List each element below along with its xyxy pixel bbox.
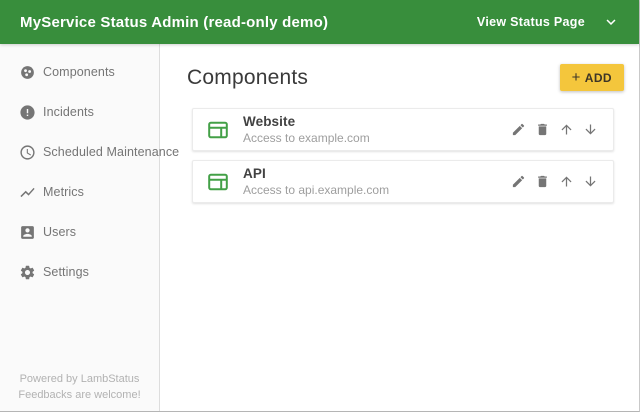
sidebar-item-label: Settings	[43, 265, 89, 279]
sidebar-item-components[interactable]: Components	[0, 52, 159, 92]
components-list: Website Access to example.com	[192, 108, 614, 203]
sidebar-item-label: Users	[43, 225, 76, 239]
chevron-down-icon[interactable]	[601, 12, 621, 32]
powered-by-link[interactable]: Powered by LambStatus	[0, 372, 159, 388]
page-title: Components	[187, 66, 308, 90]
plus-icon: +	[572, 70, 581, 85]
sidebar-item-label: Metrics	[43, 185, 84, 199]
sidebar-item-users[interactable]: Users	[0, 212, 159, 252]
component-actions	[510, 174, 598, 190]
users-icon	[19, 224, 36, 241]
sidebar-item-incidents[interactable]: Incidents	[0, 92, 159, 132]
add-button-label: ADD	[585, 71, 612, 85]
delete-icon[interactable]	[534, 174, 550, 190]
sidebar-item-label: Scheduled Maintenance	[43, 145, 179, 159]
component-actions	[510, 122, 598, 138]
sidebar-item-metrics[interactable]: Metrics	[0, 172, 159, 212]
web-icon	[206, 118, 230, 142]
move-up-icon[interactable]	[558, 174, 574, 190]
component-row-website: Website Access to example.com	[192, 108, 614, 151]
move-up-icon[interactable]	[558, 122, 574, 138]
sidebar-footer: Powered by LambStatus Feedbacks are welc…	[0, 372, 159, 404]
metrics-icon	[19, 184, 36, 201]
header-actions: View Status Page	[477, 12, 621, 32]
app-title: MyService Status Admin (read-only demo)	[20, 14, 328, 31]
header-bar: MyService Status Admin (read-only demo) …	[0, 0, 639, 44]
edit-icon[interactable]	[510, 122, 526, 138]
app-body: Components Incidents Scheduled Maintenan…	[0, 44, 639, 411]
component-name: Website	[243, 114, 370, 130]
component-info: Website Access to example.com	[243, 114, 370, 146]
delete-icon[interactable]	[534, 122, 550, 138]
sidebar-item-label: Incidents	[43, 105, 94, 119]
component-row-api: API Access to api.example.com	[192, 160, 614, 203]
incidents-icon	[19, 104, 36, 121]
sidebar-item-label: Components	[43, 65, 115, 79]
feedback-link[interactable]: Feedbacks are welcome!	[0, 388, 159, 404]
component-description: Access to example.com	[243, 131, 370, 146]
component-description: Access to api.example.com	[243, 183, 389, 198]
web-icon	[206, 170, 230, 194]
sidebar-nav: Components Incidents Scheduled Maintenan…	[0, 44, 159, 292]
main-content: Components + ADD	[160, 44, 639, 411]
edit-icon[interactable]	[510, 174, 526, 190]
move-down-icon[interactable]	[582, 122, 598, 138]
view-status-page-link[interactable]: View Status Page	[477, 15, 585, 29]
settings-icon	[19, 264, 36, 281]
components-icon	[19, 64, 36, 81]
app-window: MyService Status Admin (read-only demo) …	[0, 0, 640, 412]
component-info: API Access to api.example.com	[243, 166, 389, 198]
add-component-button[interactable]: + ADD	[560, 64, 624, 91]
component-name: API	[243, 166, 389, 182]
move-down-icon[interactable]	[582, 174, 598, 190]
sidebar-item-scheduled-maintenance[interactable]: Scheduled Maintenance	[0, 132, 159, 172]
sidebar-item-settings[interactable]: Settings	[0, 252, 159, 292]
main-header: Components + ADD	[187, 64, 624, 91]
schedule-icon	[19, 144, 36, 161]
sidebar: Components Incidents Scheduled Maintenan…	[0, 44, 160, 411]
